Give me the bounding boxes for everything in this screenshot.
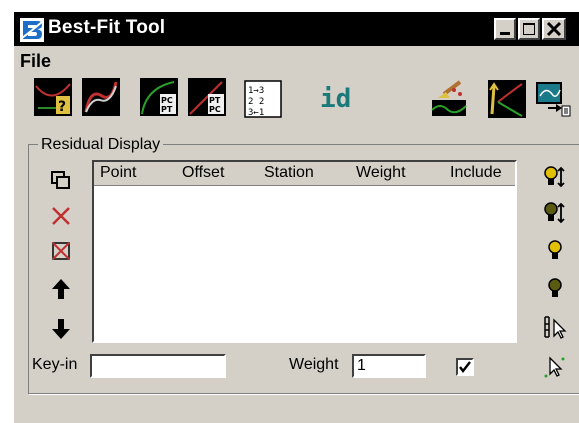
bentley-b-icon <box>20 18 44 42</box>
keyin-label: Key-in <box>32 356 78 373</box>
profile-query-icon[interactable]: ? <box>34 78 72 116</box>
residual-list[interactable]: Point Offset Station Weight Include <box>92 160 517 343</box>
minimize-icon <box>500 32 510 35</box>
export-graph-icon[interactable] <box>534 80 572 118</box>
vertical-curve-icon[interactable] <box>488 80 526 118</box>
maximize-icon <box>523 23 535 35</box>
menu-file[interactable]: File <box>20 51 51 72</box>
move-up-icon[interactable] <box>48 276 74 302</box>
minimize-button[interactable] <box>494 18 516 40</box>
delete-x-icon[interactable] <box>48 203 74 229</box>
include-all-bulb-icon[interactable] <box>542 164 568 190</box>
svg-text:PC: PC <box>209 105 221 114</box>
svg-text:PC: PC <box>161 96 173 105</box>
move-down-icon[interactable] <box>48 316 74 342</box>
weight-label: Weight <box>289 356 339 373</box>
residual-list-header: Point Offset Station Weight Include <box>94 162 515 186</box>
svg-text:3←1: 3←1 <box>248 108 264 118</box>
exclude-all-bulb-icon[interactable] <box>542 200 568 226</box>
keyin-field[interactable] <box>90 354 226 378</box>
pt-pc-icon[interactable]: PT PC <box>188 78 226 116</box>
close-button[interactable] <box>542 18 566 40</box>
maximize-button[interactable] <box>518 18 540 40</box>
identify-button[interactable]: id <box>320 84 351 114</box>
pick-point-cursor-icon[interactable] <box>542 354 568 380</box>
curve-fit-icon[interactable] <box>82 78 120 116</box>
column-header-station[interactable]: Station <box>264 164 314 182</box>
title-bar[interactable]: Best-Fit Tool <box>14 12 579 46</box>
svg-text:PT: PT <box>161 105 173 114</box>
exclude-bulb-icon[interactable] <box>542 276 568 302</box>
svg-text:PT: PT <box>209 96 221 105</box>
column-header-point[interactable]: Point <box>100 164 136 182</box>
select-column-icon[interactable] <box>542 314 568 340</box>
checkmark-icon <box>459 361 471 373</box>
clean-profile-icon[interactable] <box>430 80 468 118</box>
svg-text:1→3: 1→3 <box>248 86 264 96</box>
svg-text:?: ? <box>58 99 66 115</box>
menu-bar: File <box>14 46 579 74</box>
column-header-include[interactable]: Include <box>450 164 502 182</box>
pc-pt-icon[interactable]: PC PT <box>140 78 178 116</box>
renumber-points-icon[interactable]: 1→3 2 2 3←1 <box>244 80 282 118</box>
svg-text:2 2: 2 2 <box>248 97 264 107</box>
column-header-offset[interactable]: Offset <box>182 164 224 182</box>
include-checkbox[interactable] <box>456 358 474 376</box>
window-title: Best-Fit Tool <box>48 17 166 38</box>
close-icon <box>546 21 562 37</box>
weight-field[interactable]: 1 <box>352 354 426 378</box>
residual-display-label: Residual Display <box>38 136 164 154</box>
include-bulb-icon[interactable] <box>542 238 568 264</box>
copy-window-icon[interactable] <box>48 168 74 194</box>
column-header-weight[interactable]: Weight <box>356 164 406 182</box>
delete-all-icon[interactable] <box>48 238 74 264</box>
